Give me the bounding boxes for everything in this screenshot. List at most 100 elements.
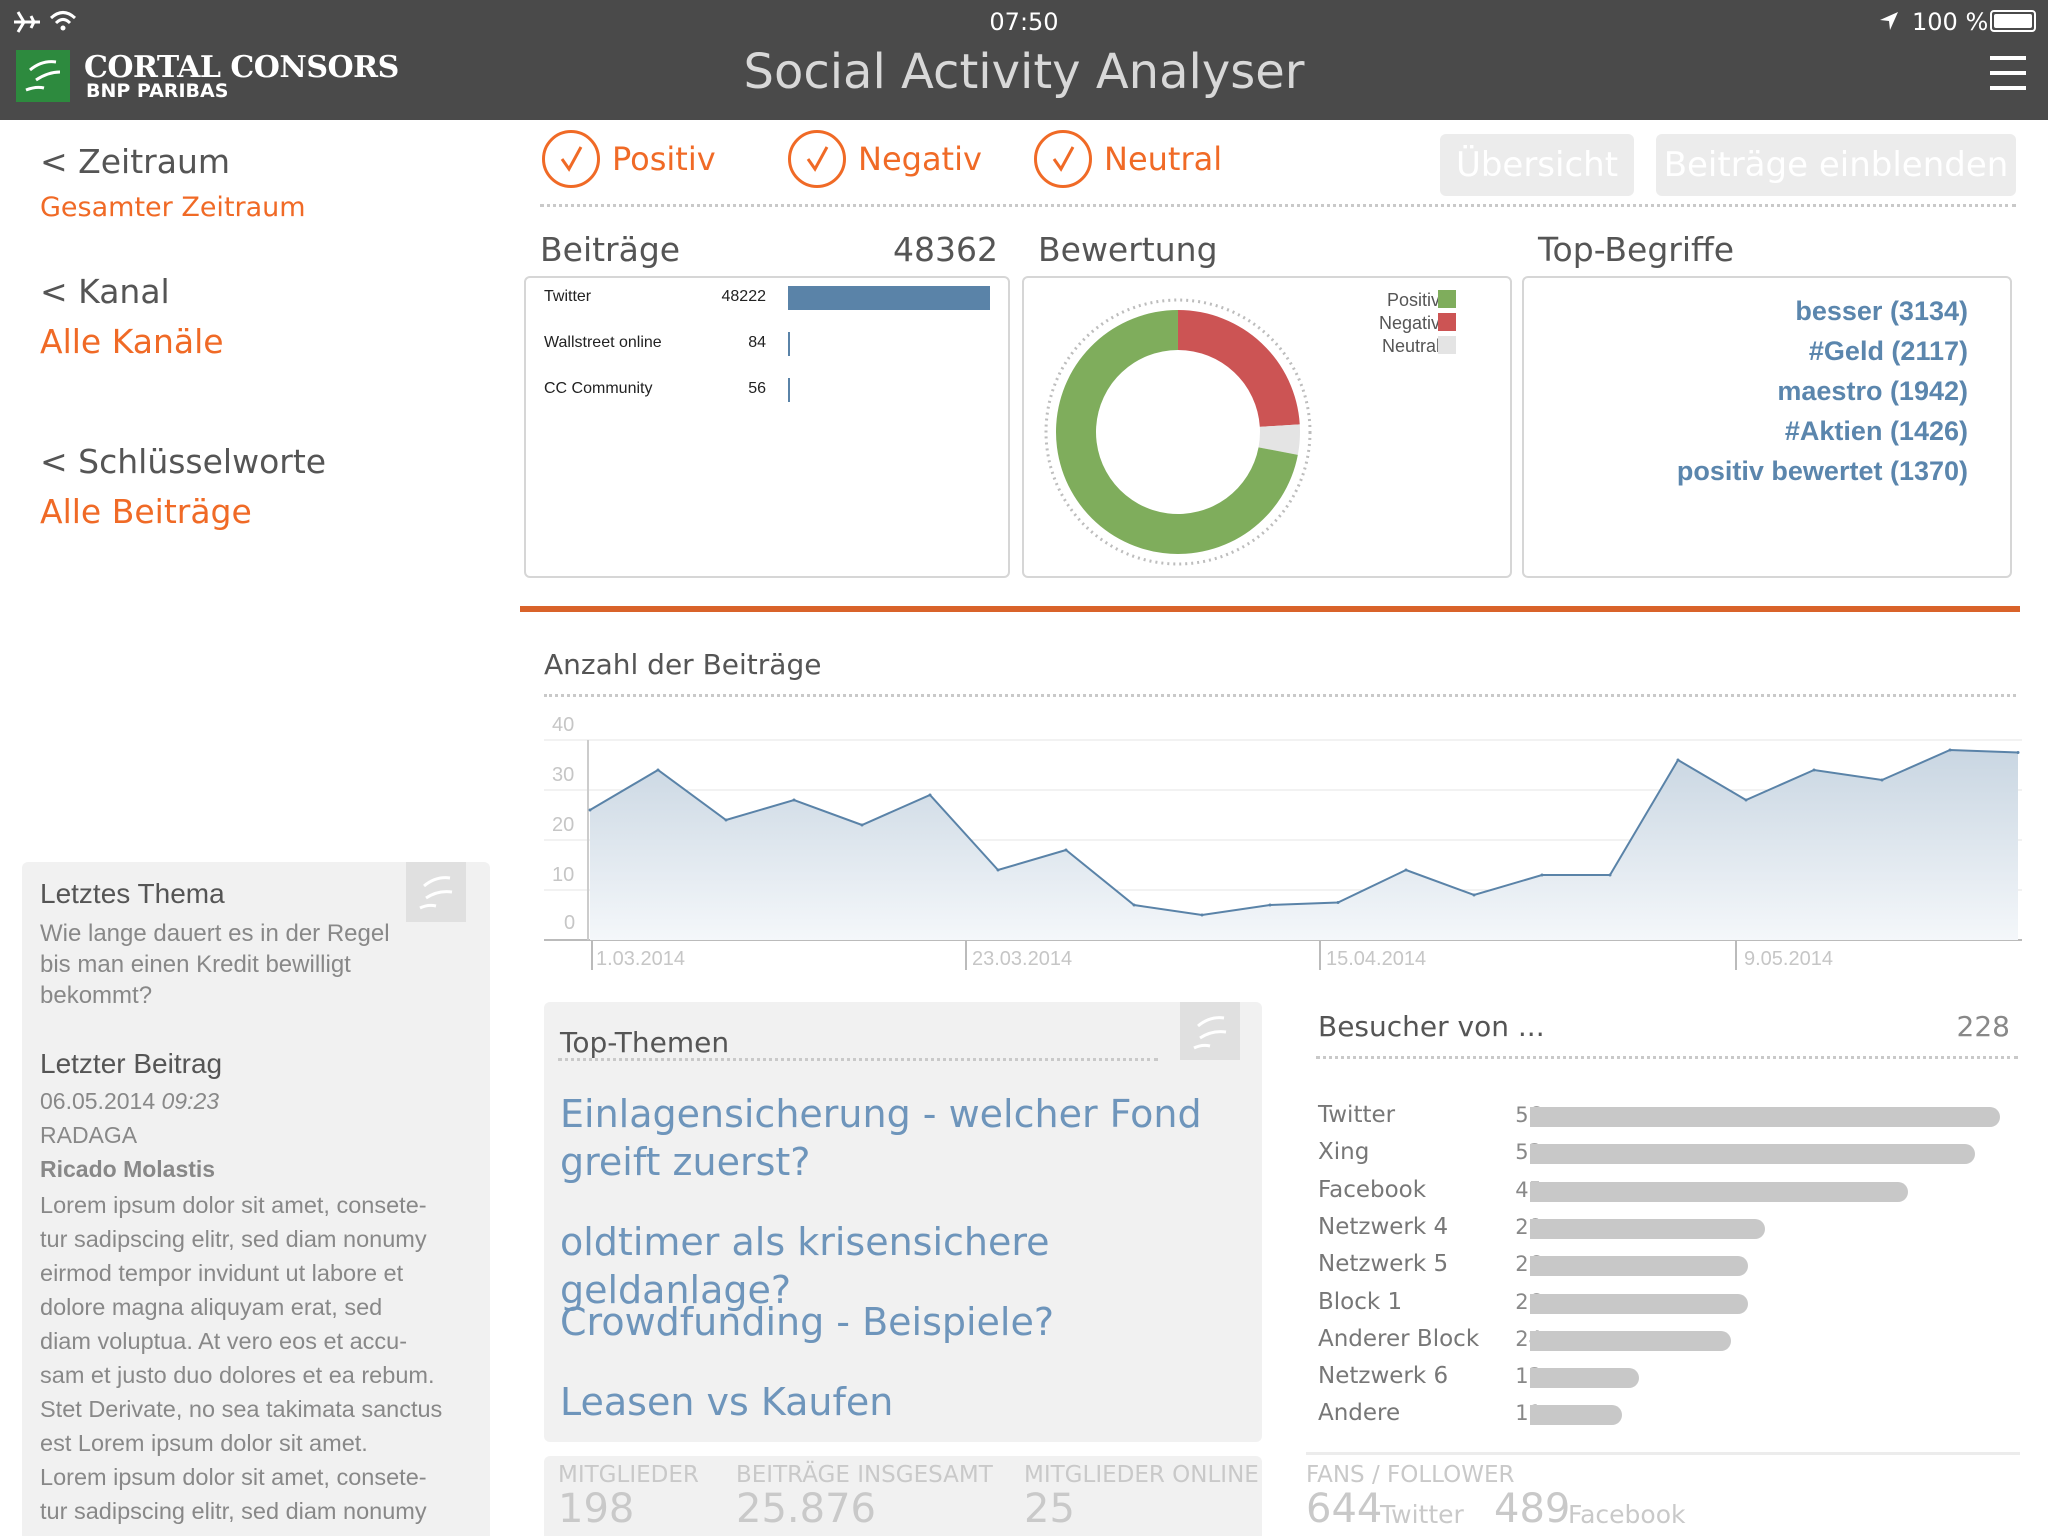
filter-positiv-checkbox[interactable] (542, 130, 600, 188)
visitor-source-label: Block 1 (1318, 1288, 1403, 1315)
data-point (1132, 903, 1136, 907)
nav-schluesselworte-back[interactable]: < Schlüsselworte (40, 442, 326, 481)
x-tick-label: 15.04.2014 (1326, 948, 1427, 970)
body-line: Lorem ipsum dolor sit amet, consete- (40, 1464, 427, 1490)
body-line: Stet Derivate, no sea takimata sanctus (40, 1396, 443, 1422)
data-point (860, 823, 864, 827)
visitor-bar (1530, 1256, 1749, 1277)
channel-value: 48222 (721, 288, 767, 305)
legend-neutral-swatch (1438, 336, 1456, 354)
last-post-source: RADAGA (40, 1122, 138, 1148)
nav-schluesselworte-value[interactable]: Alle Beiträge (40, 492, 252, 531)
top-themen-card: Top-Themen Einlagensicherung - welcher F… (544, 1002, 1262, 1442)
legend-neutral-label: Neutral (1381, 336, 1440, 356)
fans-facebook-label: Facebook (1568, 1500, 1686, 1529)
bewertung-panel: Positiv Negativ Neutral (1022, 276, 1512, 578)
legend-positiv-label: Positiv (1386, 290, 1440, 310)
visitor-bar (1530, 1107, 2000, 1127)
top-themen-title: Top-Themen (560, 1026, 730, 1059)
data-point (1812, 768, 1816, 772)
x-tick-label: 23.03.2014 (972, 948, 1073, 970)
data-point (1200, 913, 1204, 917)
top-term[interactable]: besser (3134) (1795, 296, 1968, 327)
top-bar: 07:50 100 % CORTAL CONSORS BNP PARIBAS S… (0, 0, 2048, 120)
data-point (1608, 873, 1612, 877)
nav-kanal-back[interactable]: < Kanal (40, 272, 170, 311)
visitor-bar (1530, 1144, 1975, 1165)
brand-watermark-icon (406, 862, 466, 922)
visitor-bar (1530, 1181, 1908, 1202)
data-point (1744, 798, 1748, 802)
data-point (996, 868, 1000, 872)
top-term[interactable]: #Aktien (1426) (1785, 416, 1968, 447)
last-post-time: 09:23 (161, 1088, 220, 1114)
chart-title: Anzahl der Beiträge (544, 648, 822, 681)
filter-neutral-label[interactable]: Neutral (1104, 140, 1222, 178)
filter-positiv-label[interactable]: Positiv (612, 140, 716, 178)
last-topic-text-3[interactable]: bekommt? (40, 982, 152, 1010)
visitor-source-label: Netzwerk 5 (1318, 1251, 1449, 1278)
top-term[interactable]: maestro (1942) (1777, 376, 1968, 407)
last-post-datetime: 06.05.2014 09:23 (40, 1088, 219, 1115)
filter-neutral-checkbox[interactable] (1034, 130, 1092, 188)
menu-icon[interactable] (1990, 56, 2026, 90)
stat-online-label: MITGLIEDER ONLINE (1024, 1462, 1259, 1488)
body-line: tur sadipscing elitr, sed diam nonumy (40, 1226, 427, 1252)
top-term[interactable]: #Geld (2117) (1809, 336, 1968, 367)
section-divider (520, 606, 2020, 612)
divider (558, 1058, 1158, 1061)
donut-slice-negativ (1178, 310, 1300, 427)
stat-members-label: MITGLIEDER (558, 1462, 699, 1488)
topic-link[interactable]: Einlagensicherung - welcher Fond greift … (560, 1090, 1250, 1186)
legend-negativ-swatch (1438, 313, 1456, 331)
channel-bar (788, 378, 790, 402)
last-post-body: Lorem ipsum dolor sit amet, consete- tur… (40, 1188, 442, 1528)
beitraege-title: Beiträge (540, 230, 681, 269)
visitor-source-label: Facebook (1318, 1176, 1427, 1203)
top-begriffe-title: Top-Begriffe (1538, 230, 1735, 269)
data-point (2016, 751, 2020, 754)
data-point (1676, 758, 1680, 762)
visitor-bar (1530, 1293, 1749, 1314)
data-point (1948, 748, 1952, 752)
data-point (656, 768, 660, 772)
last-topic-title: Letztes Thema (40, 878, 225, 909)
overview-button[interactable]: Übersicht (1440, 134, 1634, 196)
x-tick-label: 1.03.2014 (596, 948, 685, 970)
topic-link[interactable]: Crowdfunding - Beispiele? (560, 1298, 1250, 1346)
divider (544, 694, 2016, 697)
topic-link[interactable]: Leasen vs Kaufen (560, 1378, 1250, 1426)
fans-facebook-value: 489 (1494, 1486, 1571, 1532)
data-point (1540, 873, 1544, 877)
stat-members-value: 198 (558, 1486, 635, 1532)
nav-zeitraum-value[interactable]: Gesamter Zeitraum (40, 192, 306, 223)
visitor-bar (1530, 1218, 1765, 1239)
nav-kanal-value[interactable]: Alle Kanäle (40, 322, 224, 361)
channel-bar (788, 332, 790, 356)
stat-online-value: 25 (1024, 1486, 1075, 1532)
filter-negativ-label[interactable]: Negativ (858, 140, 982, 178)
latest-activity-card: Letztes Thema Wie lange dauert es in der… (22, 862, 490, 1536)
body-line: Lorem ipsum dolor sit amet, consete- (40, 1192, 427, 1218)
filter-negativ-checkbox[interactable] (788, 130, 846, 188)
body-line: eirmod tempor invidunt ut labore et (40, 1260, 404, 1286)
status-time: 07:50 (989, 8, 1059, 36)
legend-negativ-label: Negativ (1378, 313, 1440, 333)
beitraege-panel: Twitter 48222 Wallstreet online 84 CC Co… (524, 276, 1010, 578)
last-topic-text-2[interactable]: bis man einen Kredit bewilligt (40, 951, 351, 979)
last-topic-text-1[interactable]: Wie lange dauert es in der Regel (40, 920, 390, 948)
data-point (1880, 778, 1884, 782)
besucher-title: Besucher von ... (1318, 1010, 1545, 1043)
nav-zeitraum-back[interactable]: < Zeitraum (40, 142, 230, 181)
visitor-source-label: Xing (1318, 1139, 1370, 1166)
channel-bar (788, 286, 990, 310)
data-point (928, 793, 932, 797)
visitor-source-label: Netzwerk 4 (1318, 1213, 1449, 1240)
visitor-source-label: Andere (1318, 1400, 1401, 1427)
top-term[interactable]: positiv bewertet (1370) (1677, 456, 1968, 487)
last-post-author: Ricado Molastis (40, 1156, 216, 1182)
location-arrow-icon (1880, 12, 1898, 30)
visitor-bar (1530, 1405, 1623, 1426)
show-posts-button[interactable]: Beiträge einblenden (1656, 134, 2016, 196)
channel-label: Twitter (544, 288, 592, 305)
